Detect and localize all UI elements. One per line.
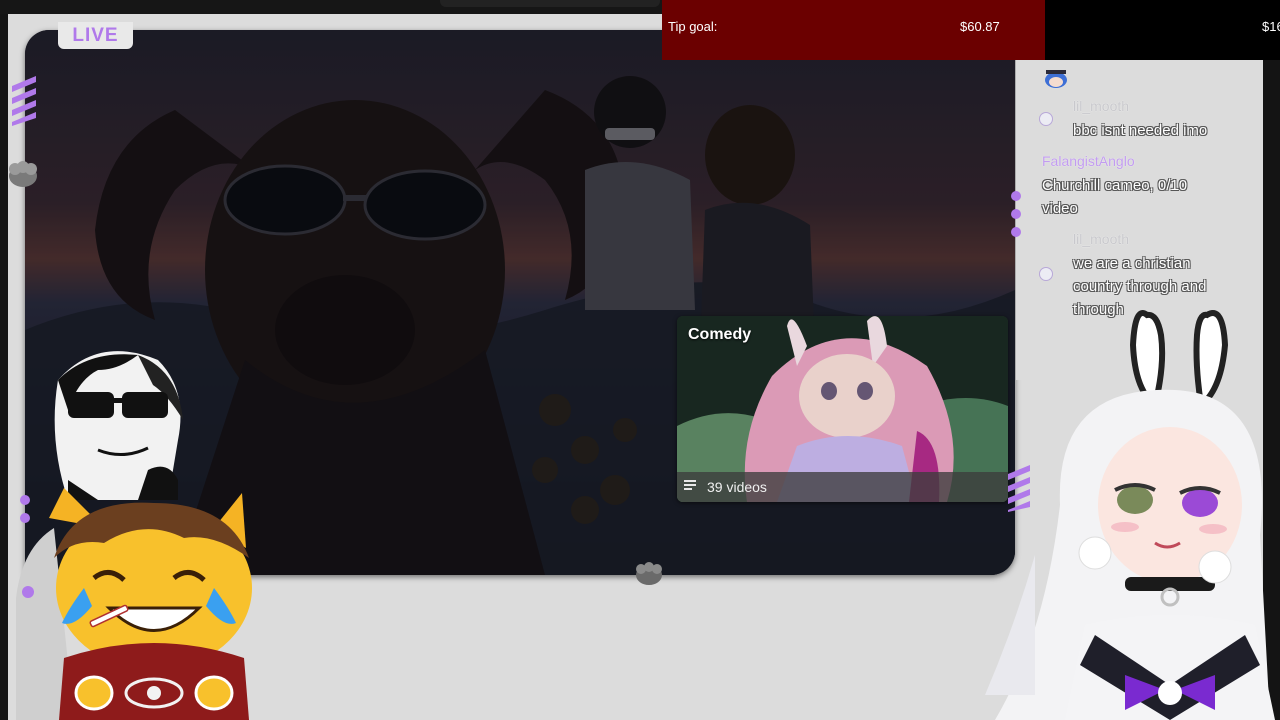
sheep-sprite-icon (9, 161, 37, 187)
chat-avatar (1039, 112, 1053, 126)
address-bar[interactable] (440, 0, 660, 7)
vtuber-character-avatar (985, 310, 1275, 720)
stream-overlay: LIVE Comedy 39 videos Tip goal: $60.87 $… (0, 0, 1280, 720)
tip-goal-amount: $60.87 (960, 19, 1000, 34)
live-badge: LIVE (58, 22, 133, 49)
playlist-video-count: 39 videos (707, 479, 767, 495)
playlist-card[interactable]: Comedy 39 videos (677, 316, 1008, 502)
chat-username[interactable]: lil_mooth (1073, 98, 1129, 114)
chibi-icon (1045, 70, 1067, 88)
tip-goal-bar: Tip goal: $60.87 $16 (662, 0, 1280, 60)
playlist-title[interactable]: Comedy (688, 326, 751, 344)
playlist-icon (684, 480, 696, 490)
dot-decoration (1011, 191, 1021, 237)
sheep-sprite-icon (636, 562, 662, 585)
chat-message-text: Churchill cameo, 0/10 video (1042, 177, 1188, 217)
chat-username[interactable]: lil_mooth (1073, 231, 1129, 247)
chat-avatar (1039, 267, 1053, 281)
chat-username[interactable]: FalangistAnglo (1042, 153, 1135, 169)
playlist-footer: 39 videos (677, 472, 1008, 502)
comic-character-avatar (54, 351, 183, 500)
tip-goal-label: Tip goal: (668, 19, 718, 34)
cat-mascot-avatar (16, 488, 252, 720)
chat-message-text: bbc isnt needed imo (1073, 122, 1208, 139)
stripe-decoration (12, 76, 36, 126)
tip-goal-target: $16 (1262, 19, 1280, 34)
